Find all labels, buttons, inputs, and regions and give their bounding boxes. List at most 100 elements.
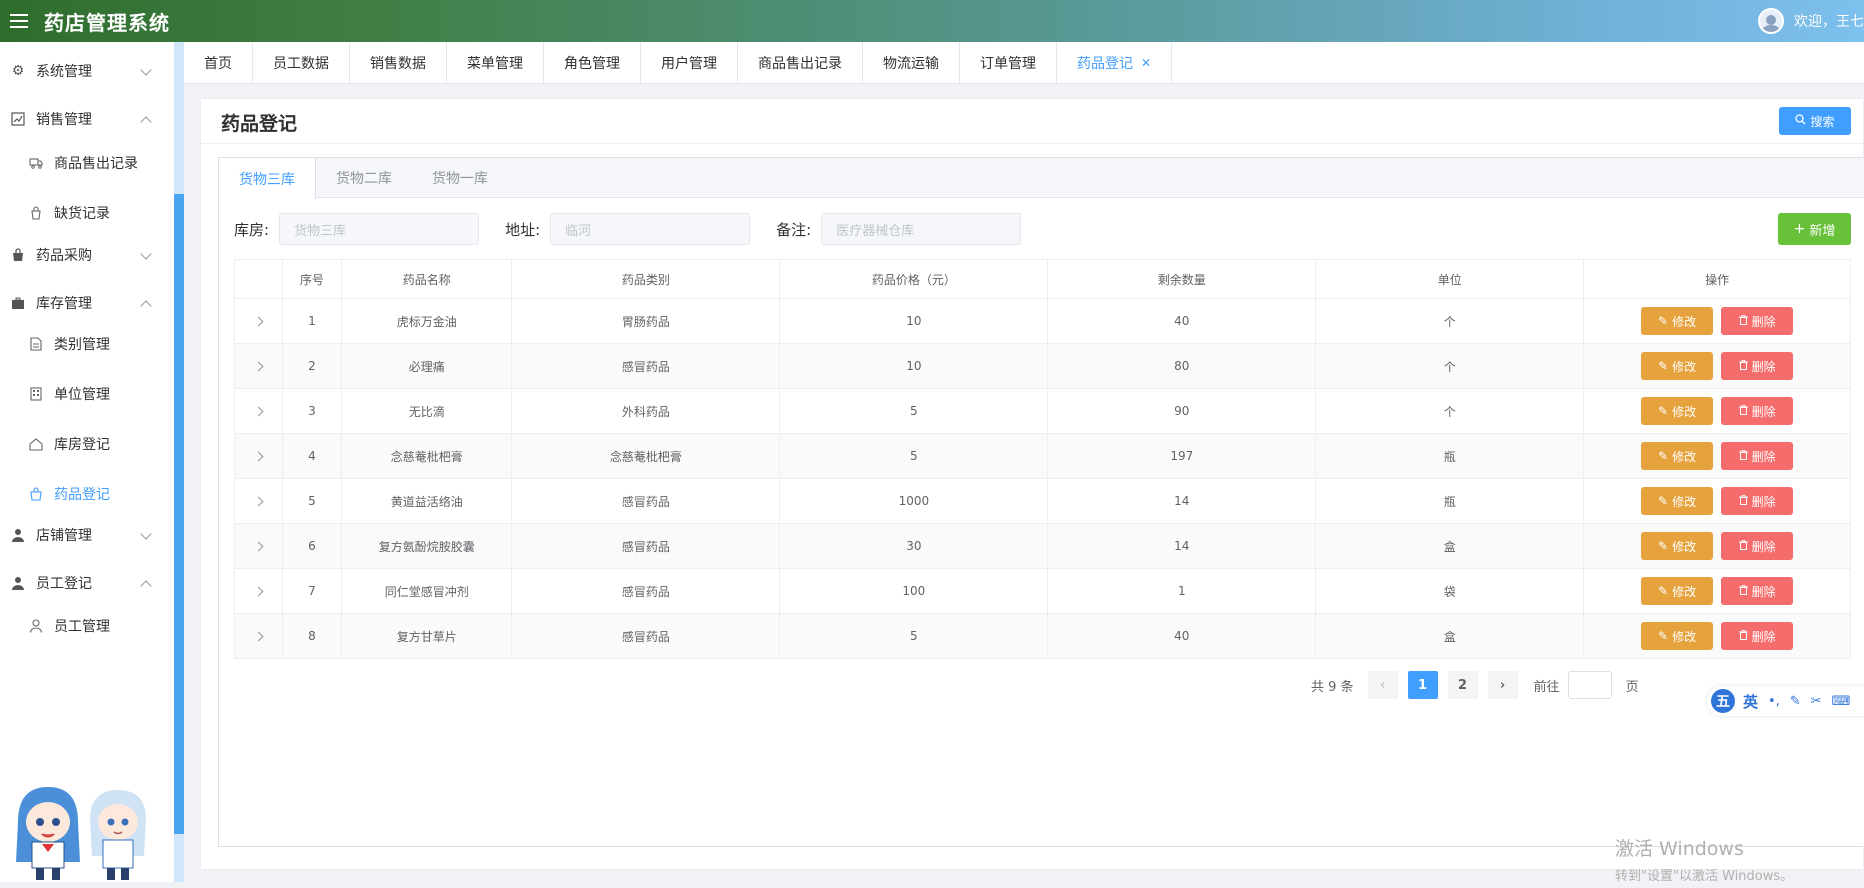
chevron-right-icon[interactable] <box>253 496 264 507</box>
ime-toolbar[interactable]: 五 英 •, ✎ ✂ ⌨ <box>1707 686 1864 716</box>
search-button[interactable]: 搜索 <box>1779 107 1851 135</box>
pen-icon[interactable]: ✎ <box>1790 694 1801 709</box>
keyboard-icon[interactable]: ⌨ <box>1832 694 1851 709</box>
table-header-row: 序号 药品名称 药品类别 药品价格（元） 剩余数量 单位 操作 <box>234 259 1851 299</box>
cell-actions: ✎ 修改 删除 <box>1583 478 1851 524</box>
cell-price: 10 <box>779 298 1049 344</box>
chevron-right-icon[interactable] <box>253 451 264 462</box>
chevron-right-icon[interactable] <box>253 541 264 552</box>
chevron-right-icon[interactable] <box>253 406 264 417</box>
expand-cell[interactable] <box>234 523 283 569</box>
expand-cell[interactable] <box>234 478 283 524</box>
delete-button[interactable]: 删除 <box>1721 352 1794 380</box>
delete-button[interactable]: 删除 <box>1721 577 1794 605</box>
tab-warehouse-1[interactable]: 货物一库 <box>412 158 508 198</box>
close-icon[interactable]: ✕ <box>1141 56 1151 70</box>
chevron-right-icon[interactable] <box>253 316 264 327</box>
chevron-right-icon[interactable] <box>253 361 264 372</box>
tab-order-manage[interactable]: 订单管理 <box>960 42 1057 84</box>
scissors-icon[interactable]: ✂ <box>1811 694 1822 709</box>
table-row: 3 无比滴 外科药品 5 90 个 ✎ 修改 删除 <box>234 388 1851 434</box>
cell-qty: 197 <box>1047 433 1317 479</box>
expand-cell[interactable] <box>234 568 283 614</box>
delete-button[interactable]: 删除 <box>1721 622 1794 650</box>
menu-sales[interactable]: 销售管理 <box>0 94 170 144</box>
warehouse-field[interactable]: 货物三库 <box>279 213 480 245</box>
add-button[interactable]: + 新增 <box>1778 213 1851 245</box>
delete-button[interactable]: 删除 <box>1721 532 1794 560</box>
edit-icon: ✎ <box>1658 494 1669 508</box>
edit-button[interactable]: ✎ 修改 <box>1641 487 1714 515</box>
punctuation-icon[interactable]: •, <box>1768 694 1780 709</box>
edit-button[interactable]: ✎ 修改 <box>1641 622 1714 650</box>
edit-button-label: 修改 <box>1672 359 1697 374</box>
sidebar-item-unit[interactable]: 单位管理 <box>0 369 170 419</box>
delete-button[interactable]: 删除 <box>1721 442 1794 470</box>
edit-button[interactable]: ✎ 修改 <box>1641 397 1714 425</box>
menu-toggle-icon[interactable] <box>10 14 28 28</box>
table-row: 2 必理痛 感冒药品 10 80 个 ✎ 修改 删除 <box>234 343 1851 389</box>
user-area[interactable]: 欢迎，王七 <box>1758 0 1864 42</box>
avatar[interactable] <box>1758 8 1784 34</box>
tab-menu-manage[interactable]: 菜单管理 <box>447 42 544 84</box>
remark-field[interactable]: 医疗器械仓库 <box>821 213 1022 245</box>
chevron-right-icon[interactable] <box>253 631 264 642</box>
tab-staff-data[interactable]: 员工数据 <box>253 42 350 84</box>
edit-button[interactable]: ✎ 修改 <box>1641 577 1714 605</box>
delete-button-label: 删除 <box>1751 539 1776 554</box>
edit-button[interactable]: ✎ 修改 <box>1641 532 1714 560</box>
sidebar-item-category[interactable]: 类别管理 <box>0 319 170 369</box>
edit-icon: ✎ <box>1658 359 1669 373</box>
expand-cell[interactable] <box>234 298 283 344</box>
tab-warehouse-3[interactable]: 货物三库 <box>219 158 316 199</box>
menu-purchase[interactable]: 药品采购 <box>0 230 170 280</box>
edit-button-label: 修改 <box>1672 404 1697 419</box>
ime-language-toggle[interactable]: 英 <box>1743 691 1758 712</box>
tab-home[interactable]: 首页 <box>184 42 253 84</box>
menu-shop[interactable]: 店铺管理 <box>0 510 170 560</box>
header-actions: 操作 <box>1583 259 1851 299</box>
delete-button[interactable]: 删除 <box>1721 307 1794 335</box>
page-1-button[interactable]: 1 <box>1407 671 1438 699</box>
edit-button[interactable]: ✎ 修改 <box>1641 352 1714 380</box>
tab-logistics[interactable]: 物流运输 <box>863 42 960 84</box>
delete-button[interactable]: 删除 <box>1721 397 1794 425</box>
header-no: 序号 <box>281 259 343 299</box>
delete-button[interactable]: 删除 <box>1721 487 1794 515</box>
ime-logo-icon[interactable]: 五 <box>1711 689 1735 713</box>
main-content: 药品登记 搜索 货物三库 货物二库 货物一库 库房: 货物三库 地址: 临河 备… <box>200 98 1864 870</box>
tab-role-manage[interactable]: 角色管理 <box>544 42 641 84</box>
sidebar-item-warehouse[interactable]: 库房登记 <box>0 419 170 469</box>
tab-sales-data[interactable]: 销售数据 <box>350 42 447 84</box>
tab-user-manage[interactable]: 用户管理 <box>641 42 738 84</box>
prev-page-button[interactable]: ‹ <box>1367 671 1398 699</box>
cell-category: 感冒药品 <box>511 478 781 524</box>
sidebar-scrollbar[interactable] <box>174 42 184 882</box>
cell-actions: ✎ 修改 删除 <box>1583 298 1851 344</box>
expand-cell[interactable] <box>234 388 283 434</box>
menu-system[interactable]: ⚙ 系统管理 <box>0 46 170 96</box>
edit-button[interactable]: ✎ 修改 <box>1641 307 1714 335</box>
chevron-down-icon <box>140 248 152 260</box>
cell-name: 同仁堂感冒冲剂 <box>341 568 513 614</box>
page-2-button[interactable]: 2 <box>1447 671 1478 699</box>
chevron-right-icon[interactable] <box>253 586 264 597</box>
cell-name: 必理痛 <box>341 343 513 389</box>
tab-drug-register[interactable]: 药品登记 ✕ <box>1057 42 1173 84</box>
tab-warehouse-2[interactable]: 货物二库 <box>316 158 412 198</box>
edit-icon: ✎ <box>1658 314 1669 328</box>
expand-cell[interactable] <box>234 433 283 479</box>
tab-sales-records[interactable]: 商品售出记录 <box>738 42 863 84</box>
next-page-button[interactable]: › <box>1487 671 1518 699</box>
sidebar-item-staff-manage[interactable]: 员工管理 <box>0 601 170 651</box>
sidebar-item-sales-records[interactable]: 商品售出记录 <box>0 138 170 188</box>
tab-label: 药品登记 <box>1077 56 1133 72</box>
goto-page-input[interactable] <box>1567 671 1612 699</box>
table-row: 4 念慈菴枇杷膏 念慈菴枇杷膏 5 197 瓶 ✎ 修改 删除 <box>234 433 1851 479</box>
scrollbar-thumb[interactable] <box>174 194 184 834</box>
edit-button[interactable]: ✎ 修改 <box>1641 442 1714 470</box>
expand-cell[interactable] <box>234 613 283 659</box>
expand-cell[interactable] <box>234 343 283 389</box>
address-field[interactable]: 临河 <box>550 213 751 245</box>
warehouse-panel: 货物三库 货物二库 货物一库 库房: 货物三库 地址: 临河 备注: 医疗器械仓… <box>218 157 1864 847</box>
